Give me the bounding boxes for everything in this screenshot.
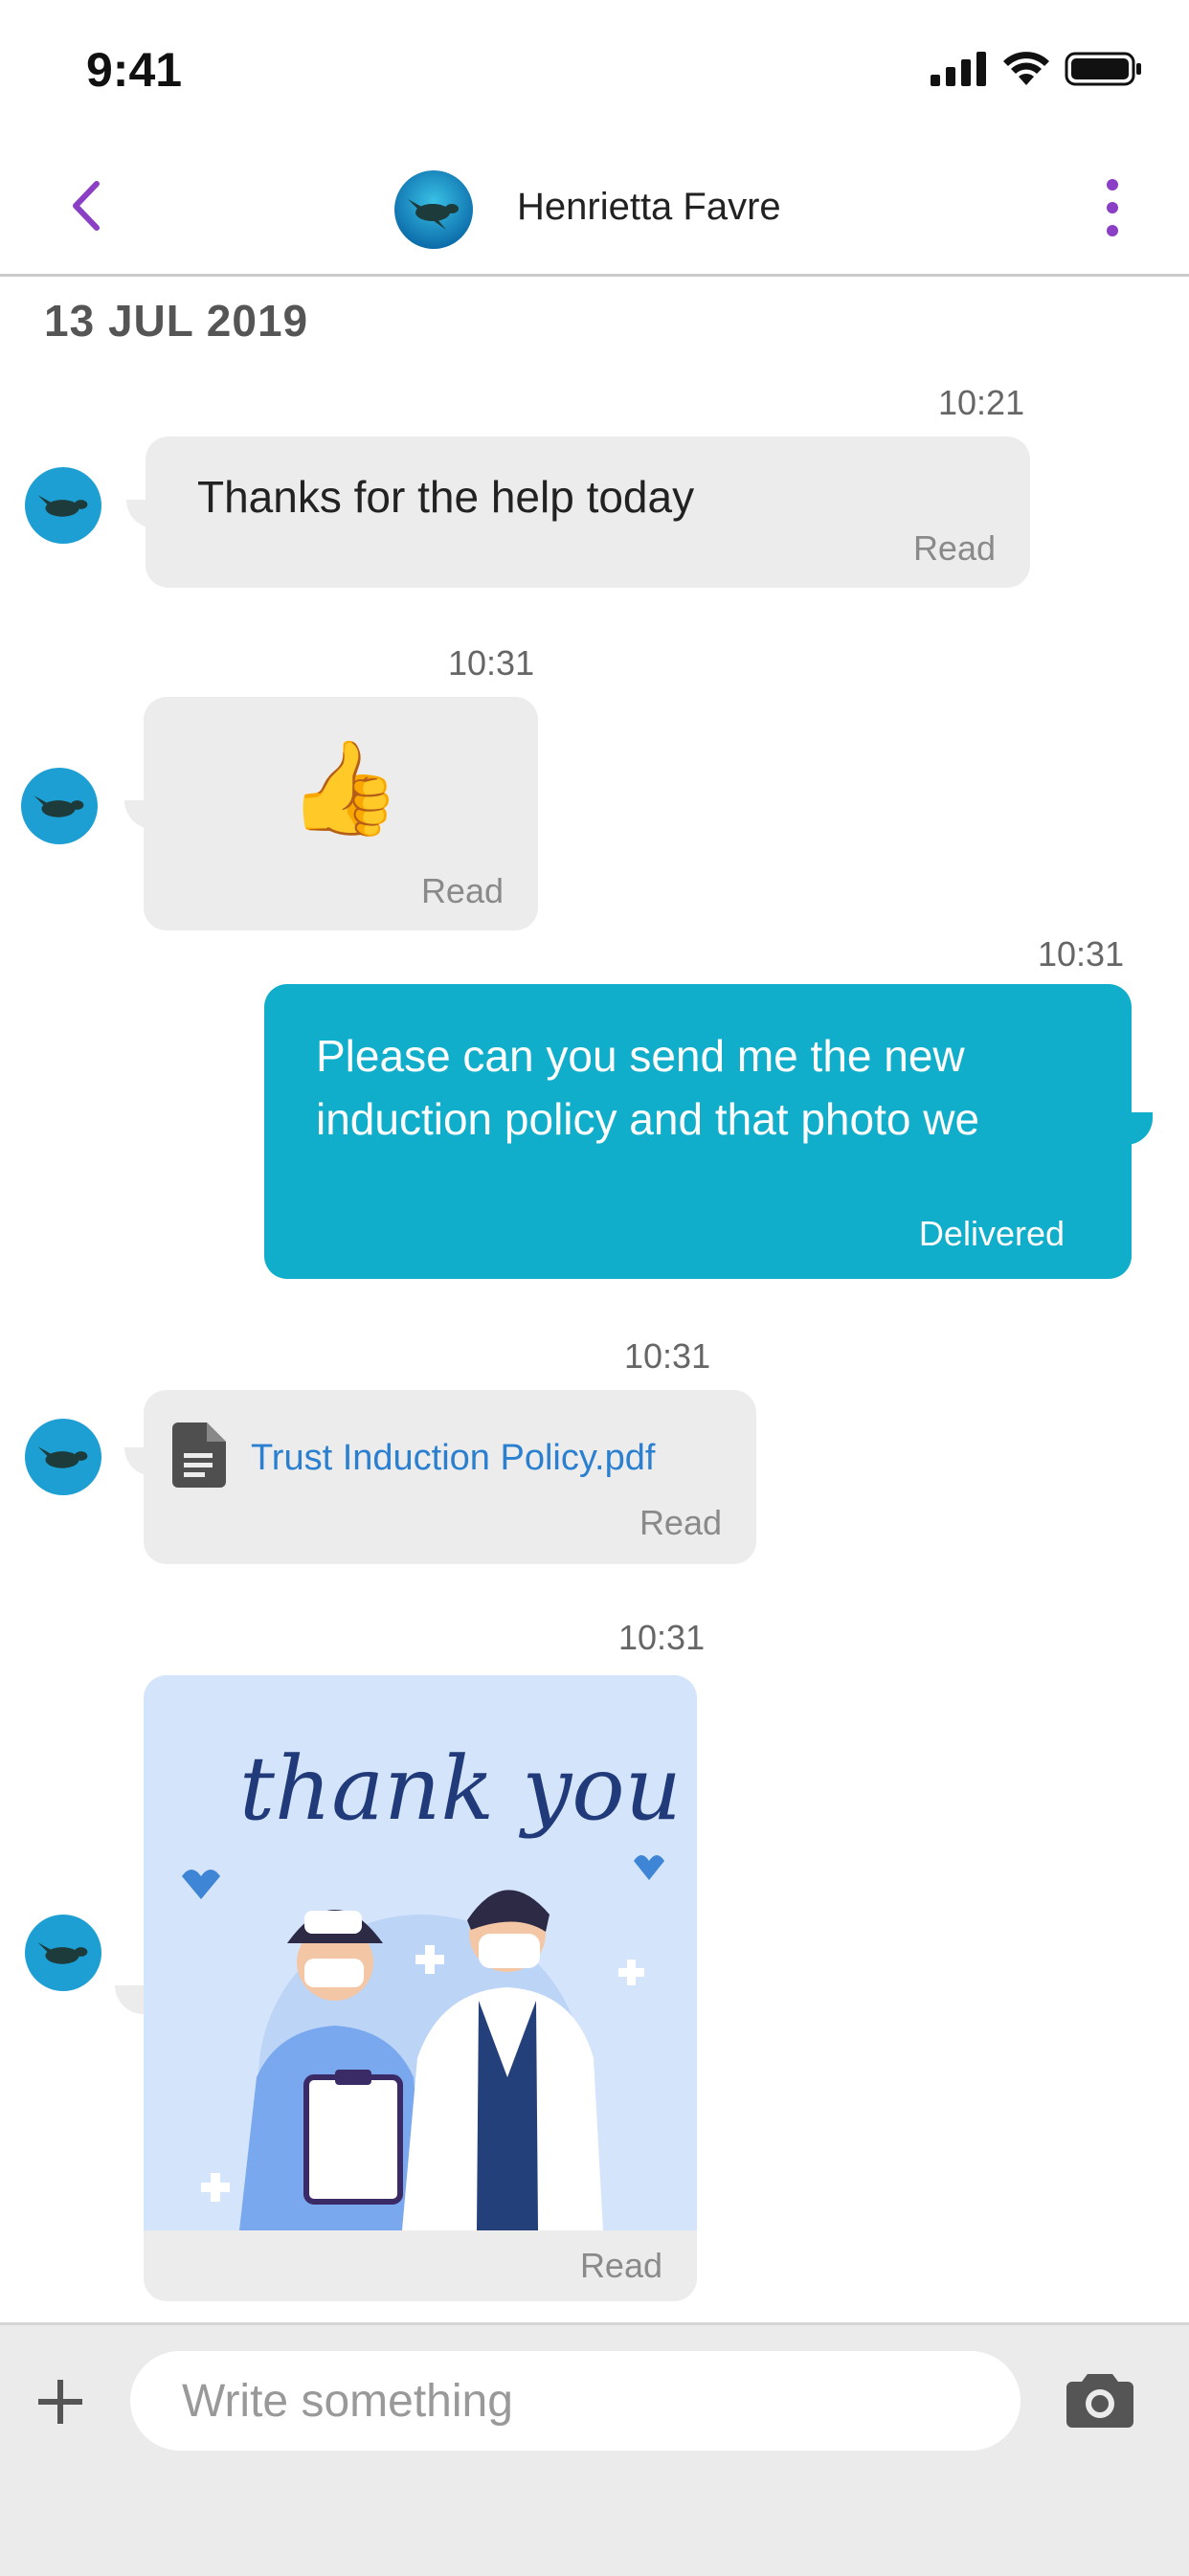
message-bubble[interactable]: Thanks for the help today Read bbox=[146, 437, 1030, 588]
read-receipt: Read bbox=[420, 871, 504, 910]
message-bubble-image[interactable]: thank you Read bbox=[144, 1675, 697, 2301]
status-icons bbox=[931, 50, 1143, 88]
message-bubble[interactable]: 👍 Read bbox=[144, 697, 538, 930]
sender-avatar bbox=[25, 1915, 101, 1991]
message-text: Please can you send me the new bbox=[316, 1031, 965, 1081]
message-timestamp: 10:31 bbox=[448, 643, 535, 683]
thank-you-image[interactable]: thank you bbox=[144, 1675, 697, 2230]
more-options-button[interactable] bbox=[1093, 174, 1132, 241]
contact-name[interactable]: Henrietta Favre bbox=[517, 186, 781, 229]
bubble-tail bbox=[1126, 1112, 1153, 1145]
contact-avatar[interactable] bbox=[394, 170, 473, 249]
message-timestamp: 10:31 bbox=[618, 1618, 706, 1657]
chevron-left-icon bbox=[73, 181, 100, 231]
more-dot-icon bbox=[1107, 202, 1118, 213]
sender-avatar bbox=[25, 467, 101, 544]
date-separator: 13 JUL 2019 bbox=[44, 296, 309, 346]
more-dot-icon bbox=[1107, 179, 1118, 190]
message-timestamp: 10:31 bbox=[624, 1336, 711, 1376]
message-timestamp: 10:31 bbox=[1038, 934, 1125, 974]
cellular-signal-icon bbox=[931, 52, 986, 86]
document-icon bbox=[172, 1422, 226, 1488]
image-caption: thank you bbox=[239, 1737, 682, 1840]
message-text: Thanks for the help today bbox=[197, 472, 695, 522]
camera-button[interactable] bbox=[1066, 2368, 1133, 2428]
camera-icon bbox=[1066, 2374, 1133, 2428]
read-receipt: Read bbox=[579, 2246, 662, 2285]
plus-icon bbox=[38, 2380, 82, 2424]
more-dot-icon bbox=[1107, 225, 1118, 236]
delivery-status: Delivered bbox=[918, 1214, 1065, 1253]
file-link[interactable]: Trust Induction Policy.pdf bbox=[251, 1438, 655, 1479]
message-bubble-file[interactable]: Trust Induction Policy.pdf Read bbox=[144, 1390, 756, 1564]
message-timestamp: 10:21 bbox=[938, 383, 1025, 422]
message-bubble-outgoing[interactable]: Please can you send me the new induction… bbox=[264, 984, 1132, 1279]
back-button[interactable] bbox=[57, 172, 115, 239]
sender-avatar bbox=[25, 1419, 101, 1495]
message-text: induction policy and that photo we bbox=[316, 1094, 980, 1144]
bubble-tail bbox=[115, 1985, 144, 2014]
battery-icon bbox=[1065, 52, 1141, 86]
add-attachment-button[interactable] bbox=[31, 2372, 90, 2431]
message-emoji: 👍 bbox=[287, 737, 402, 840]
message-input[interactable] bbox=[130, 2351, 1021, 2451]
wifi-icon bbox=[1003, 52, 1049, 85]
read-receipt: Read bbox=[912, 528, 996, 568]
read-receipt: Read bbox=[639, 1503, 722, 1542]
status-time: 9:41 bbox=[86, 43, 183, 97]
sender-avatar bbox=[21, 768, 98, 844]
